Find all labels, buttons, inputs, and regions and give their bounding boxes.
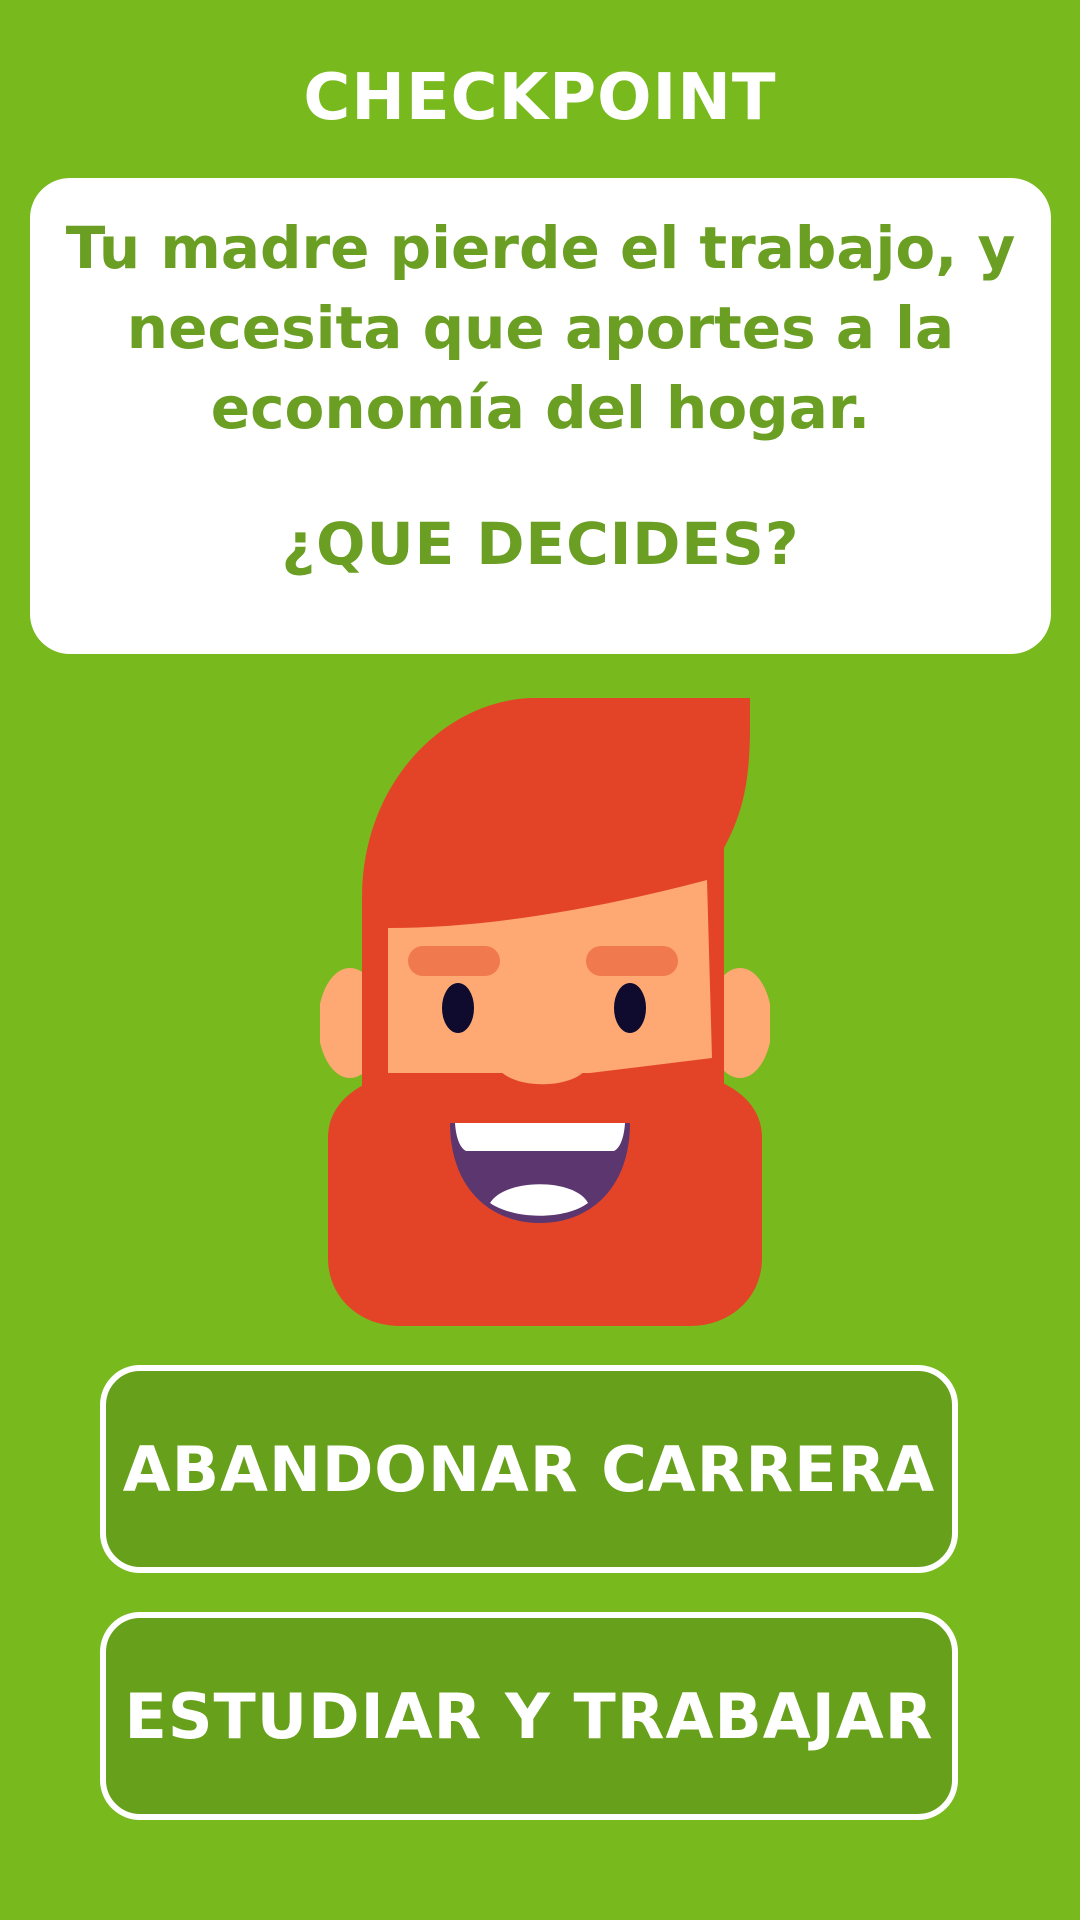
estudiar-y-trabajar-button[interactable]: ESTUDIAR Y TRABAJAR [100, 1612, 958, 1820]
scenario-message: Tu madre pierde el trabajo, y necesita q… [65, 214, 1016, 442]
scenario-question: ¿QUE DECIDES? [281, 510, 800, 578]
choice-label: ABANDONAR CARRERA [122, 1432, 936, 1506]
right-eye [614, 983, 646, 1033]
left-eyebrow [408, 946, 500, 976]
left-eye [442, 983, 474, 1033]
upper-teeth [455, 1123, 625, 1151]
abandonar-carrera-button[interactable]: ABANDONAR CARRERA [100, 1365, 958, 1573]
choice-label: ESTUDIAR Y TRABAJAR [124, 1679, 934, 1753]
right-eyebrow [586, 946, 678, 976]
page-title: CHECKPOINT [303, 61, 777, 135]
scenario-card: Tu madre pierde el trabajo, y necesita q… [30, 178, 1051, 654]
bearded-man-avatar-icon [320, 698, 770, 1326]
